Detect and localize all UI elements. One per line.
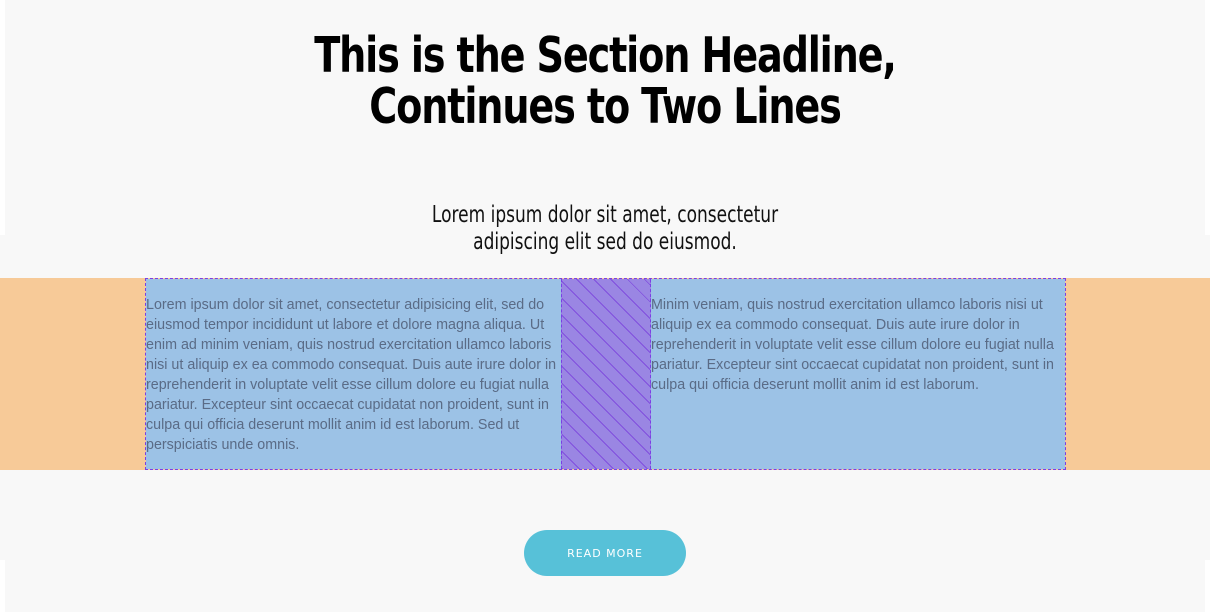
read-more-button[interactable]: READ MORE	[524, 530, 686, 576]
column-left-text: Lorem ipsum dolor sit amet, consectetur …	[146, 297, 557, 453]
page: This is the Section Headline, Continues …	[0, 0, 1210, 612]
column-left: Lorem ipsum dolor sit amet, consectetur …	[146, 279, 561, 469]
section-headline: This is the Section Headline, Continues …	[133, 30, 1077, 132]
headline-line-1: This is the Section Headline,	[314, 27, 897, 84]
column-right-text: Minim veniam, quis nostrud exercitation …	[651, 297, 1054, 393]
section-subheadline: Lorem ipsum dolor sit amet, consectetur …	[157, 202, 1052, 256]
column-gutter-overlay	[561, 279, 651, 469]
two-column-row: Lorem ipsum dolor sit amet, consectetur …	[145, 278, 1066, 470]
headline-line-2: Continues to Two Lines	[369, 78, 842, 135]
subheadline-line-2: adipiscing elit sed do eiusmod.	[473, 229, 737, 255]
column-right: Minim veniam, quis nostrud exercitation …	[651, 279, 1065, 469]
subheadline-line-1: Lorem ipsum dolor sit amet, consectetur	[431, 202, 779, 228]
